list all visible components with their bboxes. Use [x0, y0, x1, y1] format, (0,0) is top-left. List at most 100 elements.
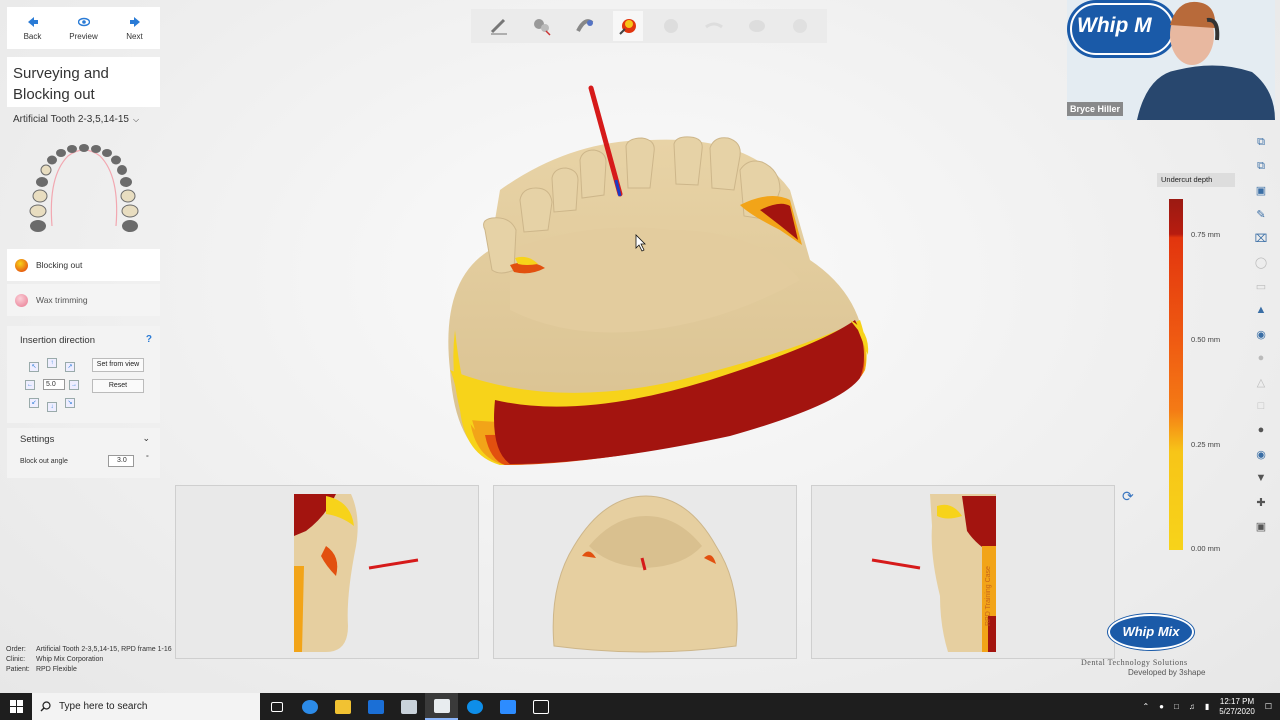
copy-icon[interactable]: ⧉	[1253, 133, 1269, 151]
chevron-down-icon[interactable]: ⌄	[142, 433, 150, 444]
tool-survey-icon[interactable]	[527, 11, 557, 41]
arrow-left-icon	[27, 16, 38, 27]
tool-finish-icon[interactable]	[785, 11, 815, 41]
axis-icon[interactable]: ✚	[1253, 493, 1269, 511]
microphone-icon[interactable]: ●	[1159, 702, 1164, 711]
file-explorer-icon[interactable]	[326, 693, 359, 720]
teamviewer-icon[interactable]	[458, 693, 491, 720]
main-3d-viewport[interactable]	[430, 80, 890, 475]
insertion-direction-title: Insertion direction	[20, 335, 95, 346]
back-button[interactable]: Back	[7, 7, 58, 49]
arrow-right-icon	[129, 16, 140, 27]
globe-icon[interactable]: ◉	[1253, 445, 1269, 463]
case-selector[interactable]: Artificial Tooth 2-3,5,14-15 ⌵	[13, 114, 139, 125]
step-title-line1: Surveying and	[13, 65, 109, 82]
tilt-down-left-button[interactable]: ↙	[29, 398, 39, 408]
side-label-text: RPD Training Case	[985, 566, 992, 626]
webcam-overlay: Whip M Bryce Hiller	[1067, 0, 1275, 120]
zoom-icon[interactable]: ◯	[1253, 253, 1269, 271]
workflow-toolbar	[471, 9, 827, 43]
edge-browser-icon[interactable]	[293, 693, 326, 720]
chevron-up-icon[interactable]: ⌃	[1142, 702, 1149, 711]
sphere-icon[interactable]: ●	[1253, 349, 1269, 367]
reset-views-icon[interactable]: ⟳	[1122, 488, 1134, 505]
tilt-up-right-button[interactable]: ↗	[65, 362, 75, 372]
triangle-icon[interactable]: △	[1253, 373, 1269, 391]
chevron-down-icon: ⌵	[133, 114, 140, 124]
undercut-legend: Undercut depth 0.75 mm 0.50 mm 0.25 mm 0…	[1157, 173, 1235, 563]
box-icon[interactable]: □	[1253, 397, 1269, 415]
layers-icon[interactable]: ⧉	[1253, 157, 1269, 175]
view-left-side[interactable]: RPD Training Case	[811, 485, 1115, 659]
battery-icon[interactable]: ▮	[1205, 702, 1209, 711]
tilt-down-button[interactable]: ↓	[47, 402, 57, 412]
preview-button[interactable]: Preview	[58, 7, 109, 49]
windows-taskbar: Type here to search ⌃ ● □ ♫ ▮ 12:17 PM 5…	[0, 693, 1280, 720]
task-view-icon[interactable]	[260, 693, 293, 720]
tilt-right-button[interactable]: →	[69, 380, 79, 390]
tilt-step-input[interactable]: 5.0	[43, 379, 65, 390]
next-button[interactable]: Next	[109, 7, 160, 49]
dental-designer-window: Back Preview Next Surveying and Blocking…	[0, 0, 1280, 693]
tilt-up-button[interactable]: ↑	[47, 358, 57, 368]
maxillary-cast-model[interactable]	[448, 136, 869, 466]
network-icon[interactable]: □	[1174, 702, 1179, 711]
clock[interactable]: 12:17 PM 5/27/2020	[1219, 697, 1255, 717]
dental-app-icon[interactable]	[392, 693, 425, 720]
patient-value: RPD Flexible	[36, 666, 77, 673]
tool-wax-icon[interactable]	[656, 11, 686, 41]
developed-by: Developed by 3shape	[1128, 668, 1206, 677]
measure-icon[interactable]: ⌧	[1253, 229, 1269, 247]
view-icon[interactable]: ▣	[1253, 181, 1269, 199]
reset-button[interactable]: Reset	[92, 379, 144, 393]
tooth-chart-teeth[interactable]	[29, 144, 139, 232]
brand-block: Whip Mix Dental Technology Solutions Dev…	[1080, 612, 1230, 682]
legend-title: Undercut depth	[1157, 173, 1235, 187]
tool-scan-icon[interactable]	[484, 11, 514, 41]
back-label: Back	[23, 31, 42, 41]
view-occlusal[interactable]	[493, 485, 797, 659]
tilt-down-right-button[interactable]: ↘	[65, 398, 75, 408]
blockout-icon	[15, 258, 28, 272]
tool-blockout-icon[interactable]	[612, 11, 643, 41]
wax-icon	[15, 293, 28, 307]
legend-tick: 0.75 mm	[1191, 230, 1221, 239]
shield-icon[interactable]: ▼	[1253, 469, 1269, 487]
tool-app-icon[interactable]	[524, 693, 557, 720]
clip-icon[interactable]: ▭	[1253, 277, 1269, 295]
legend-tick: 0.00 mm	[1191, 544, 1221, 553]
zoom-app-icon[interactable]	[491, 693, 524, 720]
tooth-icon[interactable]: ◉	[1253, 325, 1269, 343]
block-out-angle-label: Block out angle	[20, 458, 68, 465]
clinic-value: Whip Mix Corporation	[36, 656, 104, 663]
view-right-side[interactable]	[175, 485, 479, 659]
dental-designer-taskbar-icon[interactable]	[425, 693, 458, 720]
set-from-view-button[interactable]: Set from view	[92, 358, 144, 372]
legend-tick: 0.25 mm	[1191, 440, 1221, 449]
clinic-key: Clinic:	[6, 656, 26, 663]
help-icon[interactable]: ?	[146, 334, 152, 345]
notifications-icon[interactable]: ☐	[1265, 702, 1272, 711]
screenshot-icon[interactable]: ▣	[1253, 517, 1269, 535]
mail-icon[interactable]	[359, 693, 392, 720]
mode-blocking-out-label: Blocking out	[36, 260, 83, 270]
mode-wax-trimming[interactable]: Wax trimming	[7, 284, 160, 316]
windows-start-icon[interactable]	[0, 693, 32, 720]
model-icon[interactable]: ▲	[1253, 301, 1269, 319]
block-out-angle-input[interactable]: 3.0	[108, 455, 134, 467]
occlusal-model	[552, 495, 738, 653]
insertion-direction-panel: Insertion direction ? ↖ ↑ ↗ ← 5.0 → ↙ ↓ …	[7, 326, 160, 423]
tilt-up-left-button[interactable]: ↖	[29, 362, 39, 372]
system-tray: ⌃ ● □ ♫ ▮ 12:17 PM 5/27/2020 ☐	[1142, 693, 1280, 720]
tooth-chart[interactable]	[18, 136, 150, 236]
brush-icon[interactable]: ✎	[1253, 205, 1269, 223]
volume-icon[interactable]: ♫	[1189, 702, 1195, 711]
step-title: Surveying and Blocking out	[7, 57, 160, 107]
camera-icon[interactable]: ●	[1253, 421, 1269, 439]
tool-framework-icon[interactable]	[699, 11, 729, 41]
taskbar-search[interactable]: Type here to search	[32, 693, 260, 720]
tool-connector-icon[interactable]	[742, 11, 772, 41]
tilt-left-button[interactable]: ←	[25, 380, 35, 390]
mode-blocking-out[interactable]: Blocking out	[7, 249, 160, 281]
tool-design-icon[interactable]	[570, 11, 600, 41]
